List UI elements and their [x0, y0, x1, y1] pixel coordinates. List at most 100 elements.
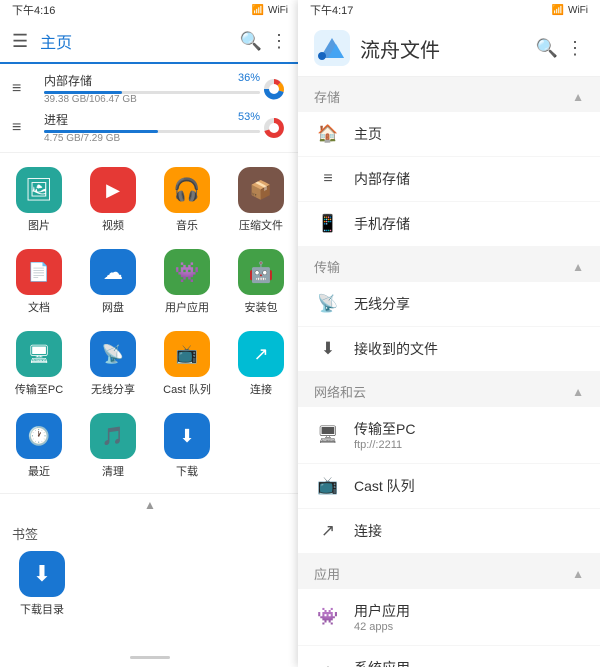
app-item-docs[interactable]: 📄 文档 — [4, 243, 74, 321]
section-storage-header: 存储 ▲ — [298, 77, 600, 112]
storage-info: 内部存储 36% 39.38 GB/106.47 GB — [44, 72, 260, 105]
nav-item-cast-queue[interactable]: 📺 Cast 队列 — [298, 464, 600, 509]
bookmark-download-label: 下载目录 — [20, 601, 64, 617]
signal-icon-right: 📶 — [552, 5, 564, 16]
transfer-pc-label: 传输至PC — [15, 381, 63, 397]
signal-icon: 📶 — [252, 5, 264, 16]
time-left: 下午4:16 — [12, 2, 55, 18]
images-icon: 🖼 — [16, 167, 62, 213]
time-right: 下午4:17 — [310, 2, 353, 18]
wireless-icon: 📡 — [90, 331, 136, 377]
video-icon: ▶ — [90, 167, 136, 213]
cloud-label: 网盘 — [102, 299, 124, 315]
app-item-apk[interactable]: 🤖 安装包 — [226, 243, 296, 321]
app-item-cloud[interactable]: ☁ 网盘 — [78, 243, 148, 321]
bookmark-downloads[interactable]: ⬇ 下载目录 — [12, 551, 72, 617]
userapps-icon: 👾 — [164, 249, 210, 295]
app-item-clean[interactable]: 🎵 清理 — [78, 407, 148, 485]
transfer-pc-icon: 🖥 — [16, 331, 62, 377]
phone-nav-label: 手机存储 — [354, 214, 410, 234]
app-logo — [314, 30, 350, 66]
app-item-video[interactable]: ▶ 视频 — [78, 161, 148, 239]
drawer-search-icon[interactable]: 🔍 — [536, 38, 558, 59]
search-icon[interactable]: 🔍 — [240, 31, 262, 52]
nav-item-internal[interactable]: ≡ 内部存储 — [298, 157, 600, 202]
recent-label: 最近 — [28, 463, 50, 479]
section-transfer-chevron: ▲ — [572, 260, 584, 274]
cast-queue-nav-icon: 📺 — [314, 476, 342, 496]
nav-item-home[interactable]: 🏠 主页 — [298, 112, 600, 157]
storage-label: 内部存储 36% — [44, 72, 260, 89]
internal-storage-item[interactable]: ≡ 内部存储 36% 39.38 GB/106.47 GB — [12, 72, 288, 105]
transfer-pc-text: 传输至PC ftp://:2211 — [354, 419, 415, 451]
page-title: 主页 — [40, 29, 231, 53]
internal-nav-icon: ≡ — [314, 170, 342, 188]
app-item-images[interactable]: 🖼 图片 — [4, 161, 74, 239]
app-item-userapps[interactable]: 👾 用户应用 — [152, 243, 222, 321]
bottom-bar-left — [0, 647, 300, 667]
nav-item-received[interactable]: ⬇ 接收到的文件 — [298, 327, 600, 372]
cast-queue-nav-label: Cast 队列 — [354, 476, 415, 496]
wifi-icon: WiFi — [268, 5, 288, 16]
apk-label: 安装包 — [245, 299, 278, 315]
section-apps-chevron: ▲ — [572, 567, 584, 581]
app-item-connect[interactable]: ↗ 连接 — [226, 325, 296, 403]
bookmark-section: 书签 ⬇ 下载目录 — [0, 516, 300, 647]
status-bar-right: 下午4:17 📶 WiFi — [298, 0, 600, 20]
nav-item-connect[interactable]: ↗ 连接 — [298, 509, 600, 554]
user-apps-text: 用户应用 42 apps — [354, 601, 410, 633]
connect-nav-icon: ↗ — [314, 521, 342, 541]
archive-label: 压缩文件 — [239, 217, 283, 233]
app-item-download[interactable]: ⬇ 下载 — [152, 407, 222, 485]
video-label: 视频 — [102, 217, 124, 233]
recent-icon: 🕐 — [16, 413, 62, 459]
status-bar-left: 下午4:16 📶 WiFi — [0, 0, 300, 20]
section-network-label: 网络和云 — [314, 382, 366, 401]
nav-item-transfer-pc[interactable]: 🖥 传输至PC ftp://:2211 — [298, 407, 600, 464]
status-icons-right: 📶 WiFi — [552, 5, 588, 16]
nav-item-sys-apps[interactable]: ⚙ 系统应用 272 apps — [298, 646, 600, 667]
storage-pie-chart — [260, 75, 288, 103]
right-panel: 下午4:17 📶 WiFi 流舟文件 🔍 ⋮ 存储 ▲ 🏠 主页 ≡ 内部存 — [298, 0, 600, 667]
bookmark-download-icon: ⬇ — [19, 551, 65, 597]
archive-icon: 📦 — [238, 167, 284, 213]
apk-icon: 🤖 — [238, 249, 284, 295]
user-apps-nav-label: 用户应用 — [354, 601, 410, 621]
nav-item-phone[interactable]: 📱 手机存储 — [298, 202, 600, 247]
process-item[interactable]: ≡ 进程 53% 4.75 GB/7.29 GB — [12, 111, 288, 144]
app-item-music[interactable]: 🎧 音乐 — [152, 161, 222, 239]
cast-label: Cast 队列 — [163, 381, 211, 397]
cast-icon: 📺 — [164, 331, 210, 377]
nav-item-user-apps[interactable]: 👾 用户应用 42 apps — [298, 589, 600, 646]
drawer-more-icon[interactable]: ⋮ — [566, 38, 584, 59]
transfer-pc-nav-icon: 🖥 — [314, 425, 342, 445]
bookmark-title: 书签 — [12, 524, 288, 543]
menu-icon[interactable]: ☰ — [12, 31, 28, 52]
home-nav-icon: 🏠 — [314, 124, 342, 144]
app-item-archive[interactable]: 📦 压缩文件 — [226, 161, 296, 239]
app-grid: 🖼 图片 ▶ 视频 🎧 音乐 📦 压缩文件 📄 文档 ☁ 网盘 👾 用户应用 🤖 — [0, 153, 300, 494]
drawer-app-title: 流舟文件 — [360, 34, 440, 63]
app-item-recent[interactable]: 🕐 最近 — [4, 407, 74, 485]
connect-icon: ↗ — [238, 331, 284, 377]
clean-icon: 🎵 — [90, 413, 136, 459]
app-item-transfer-pc[interactable]: 🖥 传输至PC — [4, 325, 74, 403]
images-label: 图片 — [28, 217, 50, 233]
app-item-cast[interactable]: 📺 Cast 队列 — [152, 325, 222, 403]
expand-arrow[interactable]: ▲ — [0, 494, 300, 516]
connect-label: 连接 — [250, 381, 272, 397]
docs-icon: 📄 — [16, 249, 62, 295]
received-nav-label: 接收到的文件 — [354, 339, 438, 359]
app-item-wireless[interactable]: 📡 无线分享 — [78, 325, 148, 403]
section-storage-label: 存储 — [314, 87, 340, 106]
cloud-icon: ☁ — [90, 249, 136, 295]
sys-apps-text: 系统应用 272 apps — [354, 658, 410, 667]
home-nav-label: 主页 — [354, 124, 382, 144]
section-transfer-header: 传输 ▲ — [298, 247, 600, 282]
process-pie-chart — [260, 114, 288, 142]
clean-label: 清理 — [102, 463, 124, 479]
nav-item-wireless-share[interactable]: 📡 无线分享 — [298, 282, 600, 327]
section-network-chevron: ▲ — [572, 385, 584, 399]
more-icon[interactable]: ⋮ — [270, 31, 288, 52]
status-icons-left: 📶 WiFi — [252, 5, 288, 16]
